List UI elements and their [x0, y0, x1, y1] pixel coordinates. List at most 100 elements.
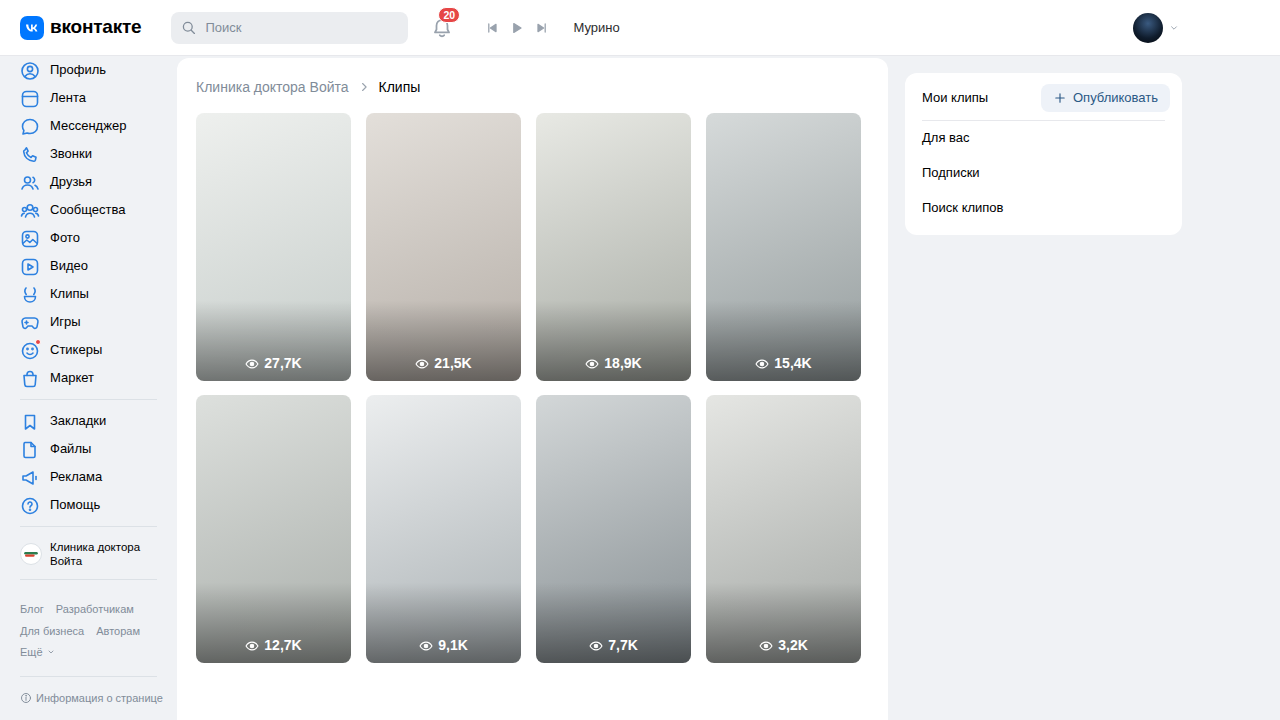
sidebar-item[interactable]: Клипы: [20, 280, 160, 308]
view-count-label: 7,7K: [608, 635, 638, 656]
view-count: 21,5K: [415, 353, 471, 374]
footer-link[interactable]: Ещё: [20, 644, 56, 661]
sidebar-label[interactable]: Профиль: [50, 60, 106, 80]
footer-link[interactable]: Разработчикам: [56, 601, 134, 618]
next-button[interactable]: [534, 18, 550, 38]
footer-link-label[interactable]: Ещё: [20, 644, 43, 661]
sidebar-label[interactable]: Помощь: [50, 495, 100, 515]
plus-icon: [1053, 91, 1067, 105]
clips-menu-item[interactable]: Для вас: [922, 121, 1170, 156]
view-count: 18,9K: [585, 353, 641, 374]
footer-link-label[interactable]: Авторам: [96, 623, 140, 640]
sidebar-item[interactable]: Стикеры: [20, 336, 160, 364]
sidebar-item[interactable]: Мессенджер: [20, 112, 160, 140]
footer-link[interactable]: Авторам: [96, 623, 140, 640]
clips-menu-label[interactable]: Для вас: [922, 128, 970, 148]
view-count: 9,1K: [419, 635, 468, 656]
clip-card[interactable]: 15,4K: [706, 113, 861, 381]
sidebar-item[interactable]: Маркет: [20, 364, 160, 392]
clip-card[interactable]: 7,7K: [536, 395, 691, 663]
view-count-label: 15,4K: [774, 353, 811, 374]
sidebar-label[interactable]: Файлы: [50, 439, 91, 459]
left-sidebar: Профиль Лента Мессенджер Звонки Друзья Сообще…: [0, 56, 160, 720]
my-clips-link[interactable]: Мои клипы: [922, 88, 988, 108]
publish-button[interactable]: Опубликовать: [1041, 84, 1170, 112]
track-title[interactable]: Мурино: [573, 18, 619, 38]
sidebar-label[interactable]: Игры: [50, 312, 81, 332]
community-link[interactable]: Клиника доктора Войта: [20, 534, 160, 572]
search-field[interactable]: [171, 12, 408, 44]
clips-menu-label[interactable]: Подписки: [922, 163, 980, 183]
sidebar-item[interactable]: Видео: [20, 252, 160, 280]
sidebar-label[interactable]: Маркет: [50, 368, 94, 388]
view-count: 7,7K: [589, 635, 638, 656]
sidebar-item[interactable]: Друзья: [20, 168, 160, 196]
profile-icon: [20, 61, 40, 81]
profile-menu[interactable]: [1133, 13, 1180, 43]
search-input[interactable]: [203, 17, 398, 39]
clips-menu-label[interactable]: Поиск клипов: [922, 198, 1004, 218]
sidebar-label[interactable]: Видео: [50, 256, 88, 276]
sidebar-item[interactable]: Сообщества: [20, 196, 160, 224]
sidebar-label[interactable]: Мессенджер: [50, 116, 126, 136]
clip-card[interactable]: 18,9K: [536, 113, 691, 381]
clip-card[interactable]: 21,5K: [366, 113, 521, 381]
clips-menu-item[interactable]: Подписки: [922, 156, 1170, 191]
sidebar-label[interactable]: Сообщества: [50, 200, 126, 220]
eye-icon: [759, 639, 773, 653]
view-count-label: 12,7K: [264, 635, 301, 656]
sidebar-item[interactable]: Файлы: [20, 435, 160, 463]
sidebar-item[interactable]: Профиль: [20, 56, 160, 84]
logo-text[interactable]: вконтакте: [50, 13, 141, 42]
footer-link[interactable]: Для бизнеса: [20, 623, 84, 640]
user-avatar[interactable]: [1133, 13, 1163, 43]
sidebar-label[interactable]: Стикеры: [50, 340, 102, 360]
sidebar-item[interactable]: Закладки: [20, 407, 160, 435]
vk-logo[interactable]: вконтакте: [20, 13, 141, 42]
clips-menu-item[interactable]: Поиск клипов: [922, 191, 1170, 226]
sidebar-label[interactable]: Друзья: [50, 172, 92, 192]
sidebar-label[interactable]: Звонки: [50, 144, 92, 164]
phone-icon: [20, 145, 40, 165]
community-name[interactable]: Клиника доктора Войта: [50, 540, 160, 568]
group-icon: [20, 201, 40, 221]
sidebar-label[interactable]: Закладки: [50, 411, 106, 431]
clip-card[interactable]: 3,2K: [706, 395, 861, 663]
play-button[interactable]: [509, 18, 525, 38]
eye-icon: [419, 639, 433, 653]
view-count: 3,2K: [759, 635, 808, 656]
clip-card[interactable]: 9,1K: [366, 395, 521, 663]
sidebar-item[interactable]: Реклама: [20, 463, 160, 491]
notifications-button[interactable]: 20: [430, 16, 454, 40]
top-bar-inner: вконтакте 20 Мурино: [0, 0, 1280, 55]
sidebar-item[interactable]: Звонки: [20, 140, 160, 168]
clip-card[interactable]: 27,7K: [196, 113, 351, 381]
clip-card[interactable]: 12,7K: [196, 395, 351, 663]
chevron-down-icon: [46, 647, 56, 657]
footer-link-label[interactable]: Блог: [20, 601, 44, 618]
footer-link-label[interactable]: Для бизнеса: [20, 623, 84, 640]
sidebar-item[interactable]: Помощь: [20, 491, 160, 519]
sidebar-item[interactable]: Фото: [20, 224, 160, 252]
breadcrumb-item[interactable]: Клиника доктора Войта: [196, 77, 349, 98]
footer-link[interactable]: Блог: [20, 601, 44, 618]
next-icon: [534, 20, 550, 36]
view-count-label: 9,1K: [438, 635, 468, 656]
play-icon: [509, 20, 525, 36]
page-info-link[interactable]: Информация о странице: [20, 684, 160, 707]
notification-dot: [35, 339, 41, 345]
sidebar-item[interactable]: Игры: [20, 308, 160, 336]
sidebar-label[interactable]: Фото: [50, 228, 80, 248]
publish-label[interactable]: Опубликовать: [1073, 88, 1158, 108]
sidebar-label[interactable]: Клипы: [50, 284, 89, 304]
sidebar-label[interactable]: Лента: [50, 88, 86, 108]
sidebar-item[interactable]: Лента: [20, 84, 160, 112]
footer-link-label[interactable]: Разработчикам: [56, 601, 134, 618]
eye-icon: [245, 639, 259, 653]
sidebar-label[interactable]: Реклама: [50, 467, 102, 487]
audio-player: Мурино: [484, 18, 619, 38]
previous-button[interactable]: [484, 18, 500, 38]
sidebar-icon-box: [20, 200, 40, 220]
clips-menu: Мои клипы Опубликовать Для вас Подписки Поис…: [905, 73, 1182, 235]
page-info-label[interactable]: Информация о странице: [36, 690, 163, 707]
